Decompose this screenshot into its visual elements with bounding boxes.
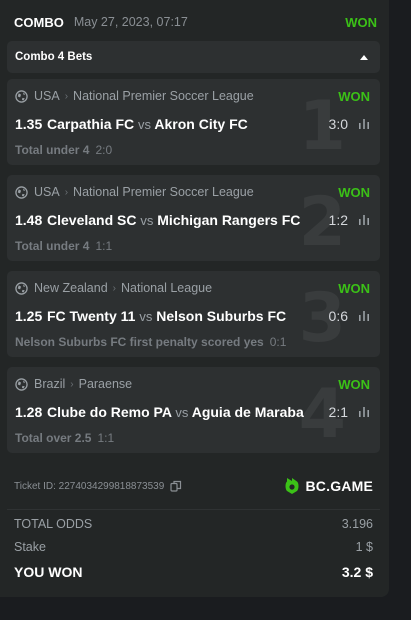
match-score: 3:0 bbox=[328, 116, 348, 132]
combo-toggle[interactable]: Combo 4 Bets bbox=[7, 41, 380, 73]
combo-label: Combo 4 Bets bbox=[15, 51, 93, 63]
match-score: 0:6 bbox=[328, 308, 348, 324]
market-selection: 0:1 bbox=[269, 335, 287, 349]
match-row: 1.25 FC Twenty 11 vs Nelson Suburbs FC 0… bbox=[15, 307, 370, 325]
home-team: Carpathia FC bbox=[47, 116, 135, 132]
caret-up-icon[interactable] bbox=[360, 54, 368, 60]
match-row: 1.35 Carpathia FC vs Akron City FC 3:0 bbox=[15, 115, 370, 133]
home-team: Clube do Remo PA bbox=[47, 404, 172, 420]
stats-bars-icon[interactable] bbox=[358, 118, 370, 130]
bet-slip-card: COMBO May 27, 2023, 07:17 WON Combo 4 Be… bbox=[0, 0, 389, 597]
bet-item[interactable]: 4 Brazil › Paraense WON 1.28 Clube do Re… bbox=[7, 367, 380, 453]
market-row: Nelson Suburbs FC first penalty scored y… bbox=[15, 335, 370, 349]
bet-type: COMBO bbox=[14, 14, 64, 30]
globe-icon bbox=[15, 377, 28, 391]
away-team: Michigan Rangers FC bbox=[157, 212, 301, 228]
payout-value: 3.2 $ bbox=[341, 564, 373, 580]
market-name: Total under 4 bbox=[15, 143, 90, 157]
market-row: Total under 4 2:0 bbox=[15, 143, 370, 157]
bet-status-badge: WON bbox=[345, 14, 377, 30]
bet-item[interactable]: 1 USA › National Premier Soccer League W… bbox=[7, 79, 380, 165]
home-team: FC Twenty 11 bbox=[47, 308, 136, 324]
payout-label: YOU WON bbox=[14, 564, 83, 580]
bet-item[interactable]: 2 USA › National Premier Soccer League W… bbox=[7, 175, 380, 261]
stats-bars-icon[interactable] bbox=[358, 406, 370, 418]
away-team: Nelson Suburbs FC bbox=[156, 308, 287, 324]
copy-icon[interactable] bbox=[170, 480, 182, 492]
bet-odds: 1.25 bbox=[15, 308, 43, 324]
market-row: Total over 2.5 1:1 bbox=[15, 431, 370, 445]
bet-status-badge: WON bbox=[338, 88, 370, 104]
league-name[interactable]: National Premier Soccer League bbox=[73, 185, 254, 199]
vs-label: vs bbox=[175, 405, 189, 420]
vs-label: vs bbox=[139, 309, 153, 324]
stake-value: 1 $ bbox=[355, 540, 373, 554]
league-country: Brazil bbox=[34, 377, 66, 391]
market-row: Total under 4 1:1 bbox=[15, 239, 370, 253]
bet-datetime: May 27, 2023, 07:17 bbox=[73, 15, 188, 29]
league-name[interactable]: Paraense bbox=[79, 377, 133, 391]
league-row: USA › National Premier Soccer League WON bbox=[15, 184, 370, 200]
total-odds-value: 3.196 bbox=[341, 517, 373, 531]
league-name[interactable]: National League bbox=[121, 281, 212, 295]
bc-game-logo-icon bbox=[285, 478, 299, 494]
vs-label: vs bbox=[140, 213, 154, 228]
league-country: New Zealand bbox=[34, 281, 108, 295]
market-name: Total under 4 bbox=[15, 239, 90, 253]
ticket-row: Ticket ID: 227403429981887353​9 BC.GAME bbox=[14, 476, 373, 496]
market-name: Nelson Suburbs FC first penalty scored y… bbox=[15, 335, 264, 349]
bet-status-badge: WON bbox=[338, 184, 370, 200]
stake-label: Stake bbox=[14, 540, 46, 554]
stats-bars-icon[interactable] bbox=[358, 310, 370, 322]
globe-icon bbox=[15, 281, 28, 295]
bet-item[interactable]: 3 New Zealand › National League WON 1.25… bbox=[7, 271, 380, 357]
league-row: Brazil › Paraense WON bbox=[15, 376, 370, 392]
market-selection: 1:1 bbox=[95, 239, 113, 253]
bet-status-badge: WON bbox=[338, 376, 370, 392]
separator-icon: › bbox=[70, 378, 74, 390]
match-row: 1.48 Cleveland SC vs Michigan Rangers FC… bbox=[15, 211, 370, 229]
home-team: Cleveland SC bbox=[47, 212, 137, 228]
match-row: 1.28 Clube do Remo PA vs Aguia de Maraba… bbox=[15, 403, 370, 421]
bet-odds: 1.48 bbox=[15, 212, 43, 228]
match-teams[interactable]: Cleveland SC vs Michigan Rangers FC bbox=[47, 212, 321, 228]
globe-icon bbox=[15, 185, 28, 199]
separator-icon: › bbox=[112, 282, 116, 294]
vs-label: vs bbox=[138, 117, 152, 132]
league-country: USA bbox=[34, 185, 60, 199]
league-name[interactable]: National Premier Soccer League bbox=[73, 89, 254, 103]
match-score: 2:1 bbox=[328, 404, 348, 420]
market-selection: 2:0 bbox=[95, 143, 113, 157]
bet-odds: 1.28 bbox=[15, 404, 43, 420]
bet-status-badge: WON bbox=[338, 280, 370, 296]
stats-bars-icon[interactable] bbox=[358, 214, 370, 226]
separator-icon: › bbox=[64, 186, 69, 198]
stake-row: Stake 1 $ bbox=[14, 538, 373, 556]
league-row: USA › National Premier Soccer League WON bbox=[15, 88, 370, 104]
separator-icon: › bbox=[64, 90, 69, 102]
market-name: Total over 2.5 bbox=[15, 431, 92, 445]
total-odds-label: TOTAL ODDS bbox=[14, 517, 93, 531]
match-teams[interactable]: Carpathia FC vs Akron City FC bbox=[47, 116, 321, 132]
payout-row: YOU WON 3.2 $ bbox=[14, 563, 373, 581]
away-team: Aguia de Maraba bbox=[191, 404, 304, 420]
match-teams[interactable]: Clube do Remo PA vs Aguia de Maraba bbox=[47, 404, 321, 420]
brand-logo: BC.GAME bbox=[284, 477, 373, 495]
league-row: New Zealand › National League WON bbox=[15, 280, 370, 296]
brand-name: BC.GAME bbox=[305, 478, 373, 494]
bet-odds: 1.35 bbox=[15, 116, 43, 132]
match-teams[interactable]: FC Twenty 11 vs Nelson Suburbs FC bbox=[47, 308, 321, 324]
globe-icon bbox=[15, 89, 28, 103]
league-country: USA bbox=[34, 89, 60, 103]
ticket-id: Ticket ID: 227403429981887353​9 bbox=[14, 480, 165, 492]
total-odds-row: TOTAL ODDS 3.196 bbox=[14, 515, 373, 533]
market-selection: 1:1 bbox=[97, 431, 115, 445]
divider bbox=[7, 509, 380, 510]
match-score: 1:2 bbox=[328, 212, 348, 228]
away-team: Akron City FC bbox=[154, 116, 248, 132]
bet-header: COMBO May 27, 2023, 07:17 WON bbox=[14, 13, 377, 31]
